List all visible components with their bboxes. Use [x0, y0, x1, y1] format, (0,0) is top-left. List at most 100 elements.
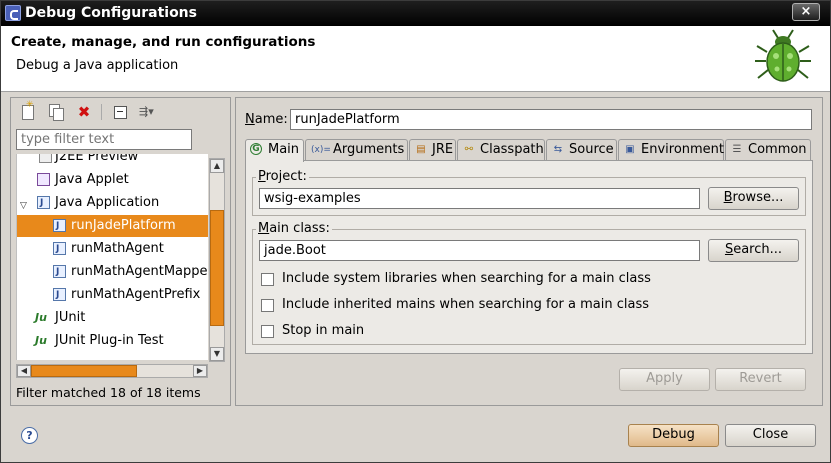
- tab-label: Environment: [641, 142, 725, 157]
- tree-item-label: runJadePlatform: [71, 218, 176, 233]
- tree-item-label: JUnit: [55, 310, 86, 325]
- new-configuration-icon[interactable]: [19, 100, 37, 121]
- tree-item-label: runMathAgentPrefix: [71, 287, 201, 302]
- tree-item-label: runMathAgentMapper: [71, 264, 208, 279]
- applet-icon: [37, 173, 50, 186]
- project-group: Project: wsig-examples Browse...: [252, 169, 806, 216]
- source-tab-icon: ⇆: [553, 144, 563, 155]
- dialog-header: Create, manage, and run configurations D…: [1, 26, 830, 92]
- browse-button[interactable]: Browse...: [708, 187, 799, 210]
- name-field[interactable]: runJadePlatform: [290, 109, 812, 130]
- debug-configurations-dialog: Debug Configurations × Create, manage, a…: [0, 0, 831, 463]
- scroll-thumb[interactable]: [31, 365, 137, 377]
- java-app-icon: [37, 193, 50, 214]
- configuration-tree: J2EE Preview Java Applet ▽ Java Applicat…: [16, 154, 208, 360]
- common-tab-icon: ☰: [732, 144, 742, 155]
- list-toolbar: ✖ ⇶▾: [15, 100, 175, 123]
- tab-label: Common: [748, 142, 807, 157]
- tab-label: Main: [268, 142, 300, 157]
- tree-item-runmathagent[interactable]: runMathAgent: [17, 238, 208, 260]
- tree-item-label: Java Application: [55, 195, 160, 210]
- tree-item-label: J2EE Preview: [55, 154, 139, 164]
- scroll-thumb[interactable]: [210, 210, 224, 326]
- junit-plugin-icon: [35, 330, 51, 351]
- configuration-list-panel: ✖ ⇶▾ J2EE Preview Java Applet ▽ Java App…: [10, 97, 231, 406]
- debug-button[interactable]: Debug: [628, 424, 719, 447]
- filter-status: Filter matched 18 of 18 items: [16, 385, 201, 400]
- filter-icon[interactable]: ⇶▾: [139, 103, 167, 121]
- tab-label: JRE: [432, 142, 454, 157]
- expand-triangle-icon[interactable]: ▽: [20, 196, 27, 217]
- toolbar-separator: [101, 104, 102, 120]
- filter-input[interactable]: [16, 129, 192, 150]
- tab-jre[interactable]: ▤ JRE: [409, 139, 456, 161]
- config-tabs: G Main (x)= Arguments ▤ JRE ⚯ Classpath …: [245, 139, 813, 162]
- tab-label: Arguments: [333, 142, 405, 157]
- tab-arguments[interactable]: (x)= Arguments: [305, 139, 408, 161]
- tree-item-junit[interactable]: JUnit: [17, 307, 208, 329]
- classpath-tab-icon: ⚯: [464, 144, 474, 155]
- tree-item-java-applet[interactable]: Java Applet: [17, 169, 208, 191]
- tab-main[interactable]: G Main: [245, 139, 304, 162]
- window-title: Debug Configurations: [25, 5, 197, 21]
- main-class-group: Main class: jade.Boot Search... Include …: [252, 221, 806, 345]
- checkbox-label: Include inherited mains when searching f…: [282, 297, 650, 312]
- tab-classpath[interactable]: ⚯ Classpath: [457, 139, 545, 161]
- tree-item-runjadeplatform[interactable]: runJadePlatform: [17, 215, 208, 237]
- java-config-icon: [53, 285, 66, 306]
- project-label: Project:: [256, 169, 309, 184]
- collapse-all-icon[interactable]: [111, 103, 129, 121]
- tree-item-java-application[interactable]: ▽ Java Application: [17, 192, 208, 214]
- project-field[interactable]: wsig-examples: [259, 188, 700, 209]
- configuration-editor: Name: runJadePlatform G Main (x)= Argume…: [235, 97, 823, 406]
- java-config-icon: [53, 239, 66, 260]
- tree-item-junit-plugin-test[interactable]: JUnit Plug-in Test: [17, 330, 208, 352]
- header-subtitle: Debug a Java application: [16, 58, 179, 73]
- close-button[interactable]: Close: [725, 424, 816, 447]
- checkbox-label: Stop in main: [282, 323, 365, 338]
- scroll-left-icon[interactable]: ◀: [17, 365, 31, 377]
- scroll-down-icon[interactable]: ▼: [210, 347, 224, 361]
- apply-button[interactable]: Apply: [619, 368, 710, 391]
- bug-icon: [755, 29, 811, 82]
- jre-tab-icon: ▤: [416, 144, 426, 155]
- checkbox[interactable]: [261, 299, 274, 312]
- tree-horizontal-scrollbar[interactable]: ◀ ▶: [16, 364, 208, 378]
- title-bar[interactable]: Debug Configurations ×: [1, 1, 830, 26]
- tree-item-label: JUnit Plug-in Test: [55, 333, 164, 348]
- tree-item-label: Java Applet: [55, 172, 129, 187]
- delete-icon[interactable]: ✖: [75, 103, 93, 121]
- java-config-icon: [53, 216, 66, 237]
- tree-item-label: runMathAgent: [71, 241, 164, 256]
- main-tab-content: Project: wsig-examples Browse... Main cl…: [245, 160, 813, 354]
- environment-tab-icon: ▣: [625, 144, 635, 155]
- eclipse-icon: [5, 5, 21, 21]
- junit-icon: [35, 307, 51, 328]
- revert-button[interactable]: Revert: [715, 368, 806, 391]
- name-label: Name:: [245, 112, 288, 127]
- main-tab-icon: G: [250, 143, 262, 155]
- search-button[interactable]: Search...: [708, 239, 799, 262]
- arguments-tab-icon: (x)=: [311, 145, 331, 155]
- main-class-label: Main class:: [256, 221, 332, 236]
- scroll-right-icon[interactable]: ▶: [193, 365, 207, 377]
- java-config-icon: [53, 262, 66, 283]
- checkbox-label: Include system libraries when searching …: [282, 271, 651, 286]
- scroll-up-icon[interactable]: ▲: [210, 159, 224, 173]
- checkbox[interactable]: [261, 325, 274, 338]
- j2ee-icon: [39, 154, 52, 163]
- main-class-field[interactable]: jade.Boot: [259, 240, 700, 261]
- tree-vertical-scrollbar[interactable]: ▲ ▼: [209, 158, 225, 362]
- tab-environment[interactable]: ▣ Environment: [618, 139, 724, 161]
- tree-item-runmathagentprefix[interactable]: runMathAgentPrefix: [17, 284, 208, 306]
- help-icon[interactable]: ?: [21, 427, 38, 444]
- tree-item-j2ee-preview[interactable]: J2EE Preview: [17, 154, 208, 168]
- tab-source[interactable]: ⇆ Source: [546, 139, 617, 161]
- checkbox[interactable]: [261, 273, 274, 286]
- tab-common[interactable]: ☰ Common: [725, 139, 811, 161]
- tree-item-runmathagentmapper[interactable]: runMathAgentMapper: [17, 261, 208, 283]
- tab-label: Classpath: [480, 142, 544, 157]
- window-close-button[interactable]: ×: [792, 3, 820, 21]
- tab-label: Source: [569, 142, 614, 157]
- duplicate-icon[interactable]: [47, 103, 65, 121]
